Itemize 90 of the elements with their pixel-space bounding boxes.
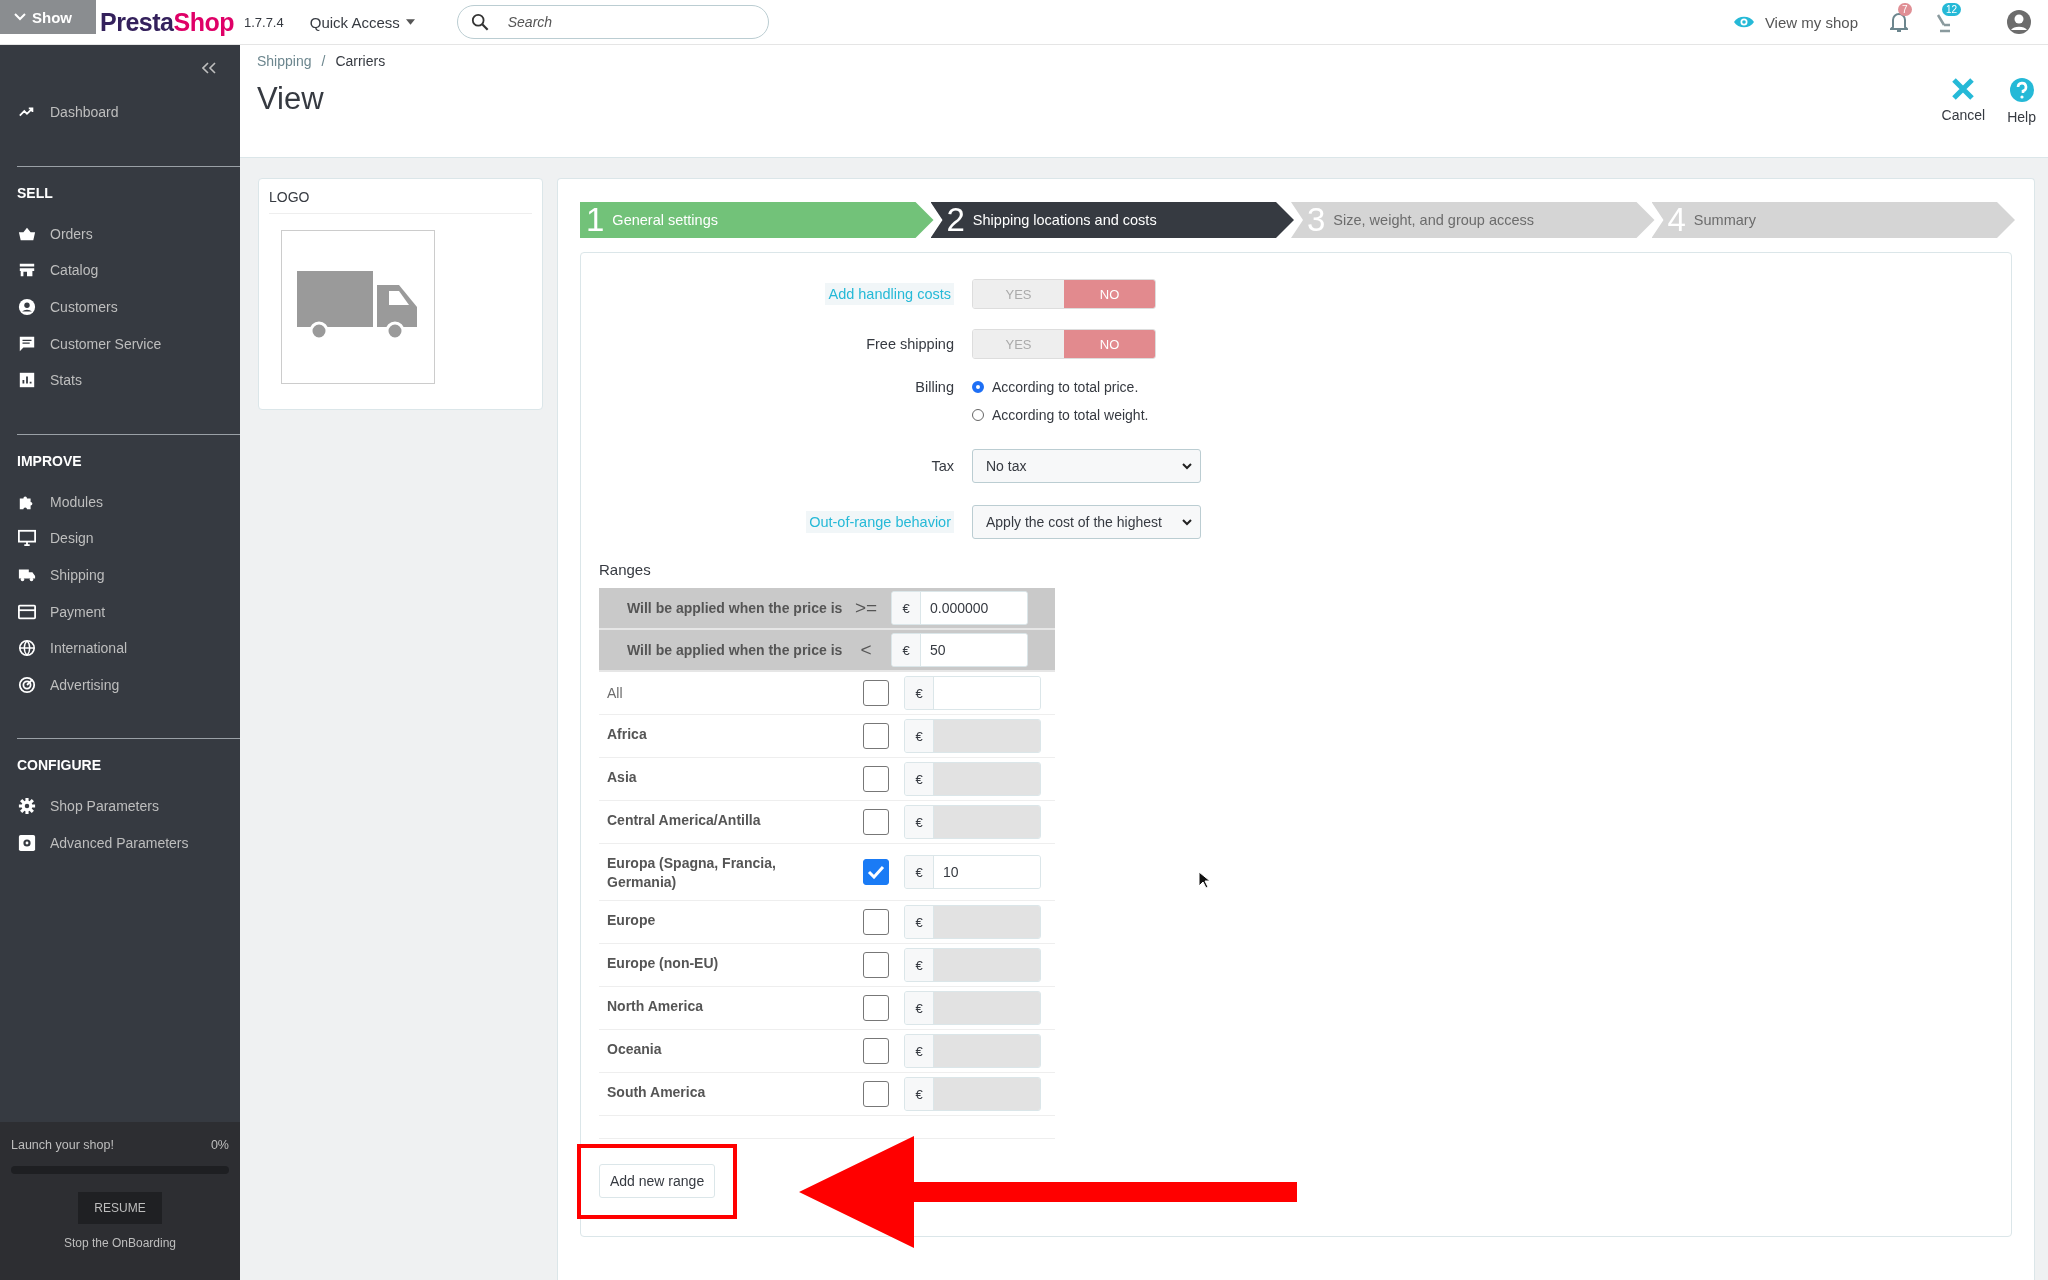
onboarding-title: Launch your shop! xyxy=(11,1138,114,1152)
order-count: 12 xyxy=(1942,3,1962,16)
operator-symbol: < xyxy=(859,639,873,661)
field-label: Add handling costs xyxy=(825,283,954,305)
search-icon xyxy=(470,13,489,31)
chevron-down-icon xyxy=(14,13,26,21)
zone-name: Europe (non-EU) xyxy=(607,954,720,973)
collapse-icon[interactable] xyxy=(202,62,216,74)
version-number: 1.7.7.4 xyxy=(243,14,284,30)
sidebar-item[interactable]: Catalog xyxy=(0,252,240,289)
search-field[interactable]: Search xyxy=(456,5,769,39)
close-icon xyxy=(1951,77,1976,101)
logo-text[interactable]: PrestaShop xyxy=(100,7,234,37)
dropdown[interactable]: Apply the cost of the highest xyxy=(972,505,1201,539)
quick-access-menu[interactable]: Quick Access xyxy=(303,12,421,32)
show-label: Show xyxy=(32,8,72,26)
zone-name: Europe xyxy=(607,911,657,930)
zone-name: Europa (Spagna, Francia, Germania) xyxy=(607,854,777,892)
dropdown[interactable]: No tax xyxy=(972,449,1201,483)
zone-name: Asia xyxy=(607,768,638,787)
add-new-range-button[interactable]: Add new range xyxy=(599,1164,716,1198)
bell-icon[interactable] xyxy=(1890,11,1908,33)
zone-name: Central America/Antilla xyxy=(607,811,762,830)
operator-symbol: >= xyxy=(853,597,879,619)
sidebar-item[interactable]: International xyxy=(0,629,240,667)
sidebar-item[interactable]: Shop Parameters xyxy=(0,788,240,825)
price-field[interactable]: € 10 xyxy=(904,855,1041,889)
sidebar-item[interactable]: Stats xyxy=(0,361,240,399)
globe-icon xyxy=(18,639,36,658)
check-icon xyxy=(867,865,885,879)
notification-count: 7 xyxy=(1898,3,1912,16)
section-title: Ranges xyxy=(599,561,652,578)
resume-button[interactable]: RESUME xyxy=(78,1192,162,1224)
target-icon xyxy=(18,675,36,694)
field-label: Tax xyxy=(931,458,954,474)
sidebar-item[interactable]: Design xyxy=(0,520,240,557)
wizard-step[interactable]: 2 Shipping locations and costs xyxy=(930,202,1294,238)
chat-icon xyxy=(18,334,36,353)
breadcrumb-link[interactable]: Shipping xyxy=(257,53,312,69)
field-label: Billing xyxy=(915,379,954,395)
sidebar-item[interactable]: Advertising xyxy=(0,666,240,704)
sidebar-item[interactable]: Dashboard xyxy=(0,94,240,131)
eye-icon xyxy=(1732,15,1755,29)
sidebar-item[interactable]: Payment xyxy=(0,593,240,630)
field-label: Free shipping xyxy=(866,336,954,352)
checkbox[interactable] xyxy=(863,680,889,706)
help-button[interactable]: Help xyxy=(2003,77,2040,157)
chevron-down-icon xyxy=(1182,462,1192,470)
cancel-button[interactable]: Cancel xyxy=(1937,77,1990,157)
price-field[interactable]: € 50 xyxy=(891,633,1028,667)
mouse-cursor-icon xyxy=(1198,871,1210,889)
person-icon xyxy=(18,298,36,317)
checkbox[interactable] xyxy=(863,859,889,885)
zone-name: Africa xyxy=(607,725,648,744)
sidebar-item[interactable]: Advanced Parameters xyxy=(0,824,240,862)
bound-label: Will be applied when the price is xyxy=(627,642,844,658)
view-my-shop-link[interactable]: View my shop xyxy=(1732,13,1858,31)
chart-icon xyxy=(18,371,36,390)
field-label: Out-of-range behavior xyxy=(806,511,954,533)
section-heading: IMPROVE xyxy=(16,452,83,471)
card-title: LOGO xyxy=(269,179,532,214)
bound-label: Will be applied when the price is xyxy=(627,600,844,616)
price-field[interactable]: € 0.000000 xyxy=(891,591,1028,625)
zone-name: North America xyxy=(607,997,704,1016)
help-icon xyxy=(2008,77,2035,103)
account-avatar-icon[interactable] xyxy=(2006,9,2032,35)
zone-name: South America xyxy=(607,1083,707,1102)
zone-name: All xyxy=(607,683,624,703)
gear-icon xyxy=(18,797,36,816)
radio-option[interactable]: According to total price. xyxy=(972,379,1993,395)
sidebar-item[interactable]: Customers xyxy=(0,288,240,326)
sidebar-item[interactable]: Customer Service xyxy=(0,325,240,362)
chevron-down-icon xyxy=(1182,518,1192,526)
stop-onboarding-link[interactable]: Stop the OnBoarding xyxy=(63,1236,177,1250)
section-heading: SELL xyxy=(16,184,54,203)
monitor-icon xyxy=(18,529,36,548)
sidebar-item[interactable]: Modules xyxy=(0,483,240,521)
section-heading: CONFIGURE xyxy=(16,757,102,776)
caret-icon xyxy=(405,19,415,25)
gearbox-icon xyxy=(18,834,36,852)
breadcrumb-separator: / xyxy=(321,53,326,69)
sidebar-item[interactable]: Shipping xyxy=(0,556,240,594)
card-icon xyxy=(18,602,36,621)
price-field[interactable]: € xyxy=(904,676,1041,710)
zone-name: Oceania xyxy=(607,1040,663,1059)
radio-option[interactable]: According to total weight. xyxy=(972,407,1993,423)
page-title: View xyxy=(257,81,325,117)
breadcrumb-link[interactable]: Carriers xyxy=(335,53,386,69)
sidebar-item[interactable]: Orders xyxy=(0,215,240,253)
progress-percent: 0% xyxy=(210,1138,229,1152)
